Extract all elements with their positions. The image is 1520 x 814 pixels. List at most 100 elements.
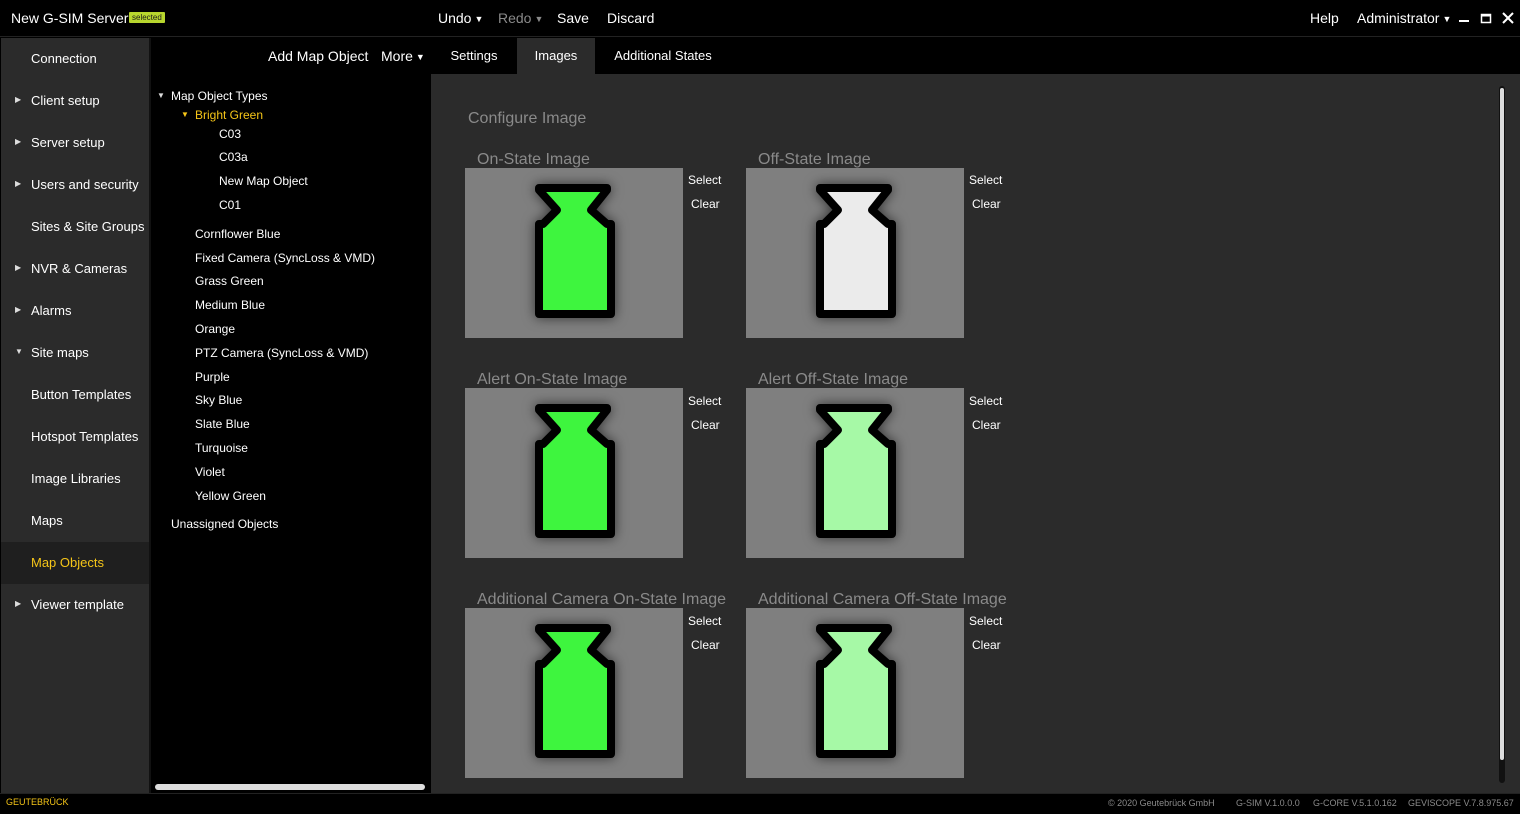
expand-arrow-icon: ▶ <box>15 137 22 146</box>
collapse-arrow-icon: ▼ <box>15 347 23 356</box>
chevron-down-icon: ▼ <box>1442 14 1452 24</box>
sidebar-item-users-and-security[interactable]: ▶ Users and security <box>1 164 149 206</box>
sidebar-item-connection[interactable]: Connection <box>1 38 149 80</box>
status-bar: GEUTEBRÜCK © 2020 Geutebrück GmbH G-SIM … <box>0 793 1520 814</box>
camera-icon <box>535 624 615 758</box>
sidebar-item-server-setup[interactable]: ▶ Server setup <box>1 122 149 164</box>
tab-bar: Settings Images Additional States <box>431 38 1520 74</box>
tree-item-unassigned-objects[interactable]: Unassigned Objects <box>171 517 278 531</box>
tree-item-type[interactable]: Medium Blue <box>195 298 265 312</box>
alert-off-state-image-preview[interactable] <box>746 388 964 558</box>
camera-icon <box>816 404 896 538</box>
close-icon[interactable] <box>1500 9 1516 27</box>
chevron-down-icon: ▼ <box>415 52 425 62</box>
user-menu[interactable]: Administrator ▼ <box>1357 10 1451 26</box>
additional-camera-off-state-select-button[interactable]: Select <box>969 614 1002 628</box>
expand-arrow-icon: ▶ <box>15 305 22 314</box>
minimize-icon[interactable] <box>1456 9 1472 27</box>
images-content: Configure Image On-State Image Select Cl… <box>431 74 1520 793</box>
redo-button[interactable]: Redo ▼ <box>498 10 543 26</box>
alert-on-state-clear-button[interactable]: Clear <box>691 418 720 432</box>
brand-logo: GEUTEBRÜCK <box>6 797 69 807</box>
additional-camera-on-state-select-button[interactable]: Select <box>688 614 721 628</box>
sidebar-item-image-libraries[interactable]: Image Libraries <box>1 458 149 500</box>
more-button[interactable]: More ▼ <box>381 48 425 64</box>
camera-icon <box>535 404 615 538</box>
tree-item-new-map-object[interactable]: New Map Object <box>219 174 308 188</box>
expand-arrow-icon: ▶ <box>15 95 22 104</box>
sidebar-item-map-objects[interactable]: Map Objects <box>1 542 149 584</box>
maximize-icon[interactable] <box>1478 9 1494 27</box>
chevron-down-icon: ▼ <box>534 14 544 24</box>
collapse-arrow-icon[interactable]: ▼ <box>181 110 189 119</box>
on-state-clear-button[interactable]: Clear <box>691 197 720 211</box>
tree-item-type[interactable]: Purple <box>195 370 230 384</box>
tab-additional-states[interactable]: Additional States <box>595 38 731 74</box>
tree-item-type[interactable]: Violet <box>195 465 225 479</box>
tree-item-type[interactable]: PTZ Camera (SyncLoss & VMD) <box>195 346 368 360</box>
configure-image-title: Configure Image <box>468 110 587 127</box>
sidebar-item-client-setup[interactable]: ▶ Client setup <box>1 80 149 122</box>
on-state-select-button[interactable]: Select <box>688 173 721 187</box>
additional-camera-on-state-clear-button[interactable]: Clear <box>691 638 720 652</box>
alert-on-state-select-button[interactable]: Select <box>688 394 721 408</box>
sidebar-item-maps[interactable]: Maps <box>1 500 149 542</box>
alert-off-state-select-button[interactable]: Select <box>969 394 1002 408</box>
tree-item-type[interactable]: Sky Blue <box>195 393 242 407</box>
copyright-text: © 2020 Geutebrück GmbH <box>1108 798 1215 808</box>
gcore-version: G-CORE V.5.1.0.162 <box>1313 798 1397 808</box>
gsim-version: G-SIM V.1.0.0.0 <box>1236 798 1300 808</box>
discard-button[interactable]: Discard <box>607 10 654 26</box>
additional-camera-off-state-image-preview[interactable] <box>746 608 964 778</box>
tree-item-c03a[interactable]: C03a <box>219 150 248 164</box>
map-object-tree-panel: Add Map Object More ▼ ▼ Map Object Types … <box>151 38 430 793</box>
save-button[interactable]: Save <box>557 10 589 26</box>
off-state-clear-button[interactable]: Clear <box>972 197 1001 211</box>
undo-button[interactable]: Undo ▼ <box>438 10 483 26</box>
sidebar-item-alarms[interactable]: ▶ Alarms <box>1 290 149 332</box>
off-state-image-preview[interactable] <box>746 168 964 338</box>
alert-off-state-image-label: Alert Off-State Image <box>758 371 908 388</box>
tree-item-type[interactable]: Fixed Camera (SyncLoss & VMD) <box>195 251 375 265</box>
additional-camera-on-state-image-preview[interactable] <box>465 608 683 778</box>
tree-item-c01[interactable]: C01 <box>219 198 241 212</box>
on-state-image-preview[interactable] <box>465 168 683 338</box>
geviscope-version: GEVISCOPE V.7.8.975.67 <box>1408 798 1514 808</box>
expand-arrow-icon: ▶ <box>15 179 22 188</box>
chevron-down-icon: ▼ <box>474 14 484 24</box>
sidebar-item-nvr-cameras[interactable]: ▶ NVR & Cameras <box>1 248 149 290</box>
add-map-object-button[interactable]: Add Map Object <box>268 48 368 64</box>
camera-icon <box>535 184 615 318</box>
window-title: New G-SIM Server <box>11 10 129 26</box>
vertical-scrollbar-thumb[interactable] <box>1500 88 1504 760</box>
sidebar: Connection ▶ Client setup ▶ Server setup… <box>1 38 149 793</box>
tree-item-c03[interactable]: C03 <box>219 127 241 141</box>
tree-item-type[interactable]: Orange <box>195 322 235 336</box>
tree-item-type[interactable]: Grass Green <box>195 274 264 288</box>
tab-settings[interactable]: Settings <box>431 38 517 74</box>
collapse-arrow-icon[interactable]: ▼ <box>157 91 165 100</box>
alert-off-state-clear-button[interactable]: Clear <box>972 418 1001 432</box>
sidebar-item-viewer-template[interactable]: ▶ Viewer template <box>1 584 149 626</box>
tree-item-type[interactable]: Cornflower Blue <box>195 227 280 241</box>
tab-images[interactable]: Images <box>517 38 595 74</box>
help-button[interactable]: Help <box>1310 10 1339 26</box>
off-state-select-button[interactable]: Select <box>969 173 1002 187</box>
sidebar-item-site-maps[interactable]: ▼ Site maps <box>1 332 149 374</box>
horizontal-scrollbar[interactable] <box>155 784 425 790</box>
sidebar-item-sites[interactable]: Sites & Site Groups <box>1 206 149 248</box>
alert-on-state-image-label: Alert On-State Image <box>477 371 628 388</box>
sidebar-item-button-templates[interactable]: Button Templates <box>1 374 149 416</box>
tree-item-bright-green[interactable]: Bright Green <box>195 108 263 122</box>
alert-on-state-image-preview[interactable] <box>465 388 683 558</box>
tree-root-map-object-types[interactable]: Map Object Types <box>171 89 268 103</box>
sidebar-item-hotspot-templates[interactable]: Hotspot Templates <box>1 416 149 458</box>
tree-item-type[interactable]: Turquoise <box>195 441 248 455</box>
tree-item-type[interactable]: Yellow Green <box>195 489 266 503</box>
additional-camera-off-state-clear-button[interactable]: Clear <box>972 638 1001 652</box>
off-state-image-label: Off-State Image <box>758 151 871 168</box>
selected-badge: selected <box>129 12 165 23</box>
expand-arrow-icon: ▶ <box>15 263 22 272</box>
camera-icon <box>816 184 896 318</box>
tree-item-type[interactable]: Slate Blue <box>195 417 250 431</box>
